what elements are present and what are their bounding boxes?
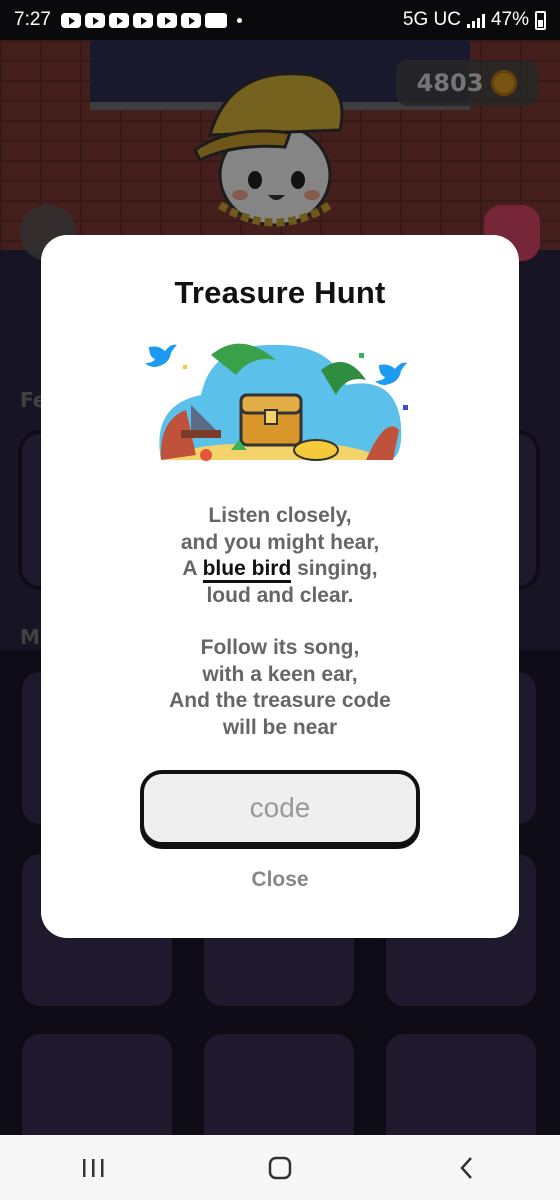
riddle-line: loud and clear. <box>206 583 354 607</box>
home-icon <box>268 1156 292 1179</box>
youtube-icon <box>132 12 153 28</box>
youtube-icon <box>108 12 129 28</box>
riddle-line: Listen closely, <box>208 504 352 527</box>
status-bar: 7:27 5G UC 47% <box>0 0 560 40</box>
riddle-line: A blue bird singing, <box>41 556 519 583</box>
network-label: 5G UC <box>402 9 461 30</box>
twitter-bird-icon <box>375 362 407 385</box>
code-input[interactable] <box>140 770 420 846</box>
status-time: 7:27 <box>14 9 51 30</box>
twitter-bird-icon <box>145 344 177 367</box>
status-right: 5G UC 47% <box>403 9 546 31</box>
riddle-line-prefix: A <box>182 557 203 580</box>
back-icon <box>459 1156 472 1179</box>
blue-bird-hint-link[interactable]: blue bird <box>202 557 292 583</box>
riddle-text: Listen closely, and you might hear, A bl… <box>41 503 519 741</box>
riddle-gap <box>41 609 519 635</box>
signal-icon <box>466 13 485 28</box>
riddle-line: and you might hear, <box>180 530 380 554</box>
recent-apps-icon <box>83 1158 104 1177</box>
youtube-icon <box>180 12 201 28</box>
riddle-line: with a keen ear, <box>202 662 358 686</box>
riddle-line: will be near <box>222 715 338 739</box>
youtube-icon <box>84 12 105 28</box>
riddle-line: Follow its song, <box>200 636 360 659</box>
battery-label: 47% <box>490 9 529 30</box>
system-nav-bar <box>0 1135 560 1200</box>
back-button[interactable] <box>437 1143 497 1193</box>
riddle-line: And the treasure code <box>169 689 391 712</box>
riddle-line-suffix: singing, <box>291 557 378 580</box>
youtube-icon <box>156 12 177 28</box>
recent-apps-button[interactable] <box>63 1143 123 1193</box>
home-button[interactable] <box>250 1143 310 1193</box>
dialog-title: Treasure Hunt <box>174 275 386 310</box>
treasure-hunt-dialog: Treasure Hunt Listen closely, and you mi… <box>41 235 519 938</box>
notification-icons <box>60 12 242 28</box>
youtube-icon <box>60 12 81 28</box>
close-button[interactable]: Close <box>41 868 519 892</box>
voicemail-icon <box>204 12 227 28</box>
treasure-island-illustration <box>145 343 408 461</box>
battery-icon <box>535 10 546 30</box>
more-notifications-dot <box>236 17 242 23</box>
